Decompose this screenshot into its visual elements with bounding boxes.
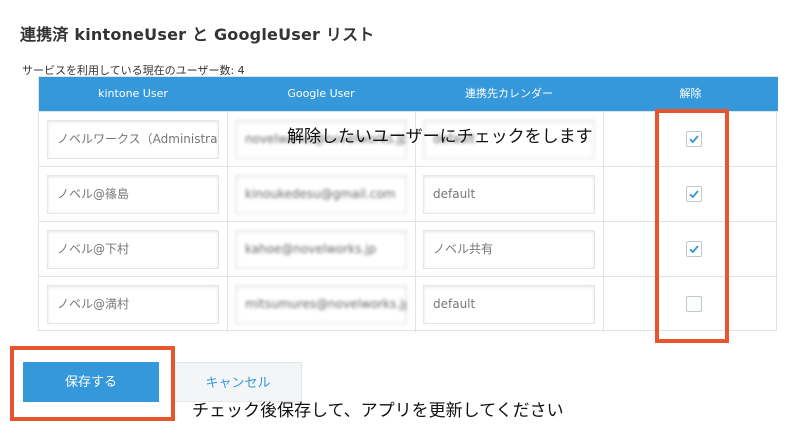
save-hint-annotation: チェック後保存して、アプリを更新してください bbox=[192, 401, 564, 421]
save-highlight-box bbox=[10, 346, 175, 421]
check-hint-annotation: 解除したいユーザーにチェックをします bbox=[287, 127, 593, 147]
calendar-field[interactable]: default bbox=[423, 175, 595, 214]
kintone-user-field[interactable]: ノベル@篠島 bbox=[47, 175, 219, 214]
header-unlink: 解除 bbox=[679, 87, 702, 100]
google-user-field[interactable]: mitsumures@novelworks.jp bbox=[235, 285, 407, 324]
calendar-field[interactable]: default bbox=[423, 285, 595, 324]
kintone-user-field[interactable]: ノベル@下村 bbox=[47, 230, 219, 269]
header-kintone-user: kintone User bbox=[98, 87, 168, 100]
kintone-user-field[interactable]: ノベルワークス（Administrat bbox=[47, 120, 219, 159]
kintone-user-field[interactable]: ノベル@満村 bbox=[47, 285, 219, 324]
header-google-user: Google User bbox=[287, 87, 355, 100]
checkbox-highlight-box bbox=[655, 109, 729, 343]
page-title: 連携済 kintoneUser と GoogleUser リスト bbox=[20, 25, 375, 44]
calendar-field[interactable]: ノベル共有 bbox=[423, 230, 595, 269]
google-user-field[interactable]: kahoe@novelworks.jp bbox=[235, 230, 407, 269]
header-calendar: 連携先カレンダー bbox=[465, 87, 553, 100]
table-header: kintone User Google User 連携先カレンダー 解除 bbox=[39, 77, 778, 111]
google-user-field[interactable]: kinoukedesu@gmail.com bbox=[235, 175, 407, 214]
